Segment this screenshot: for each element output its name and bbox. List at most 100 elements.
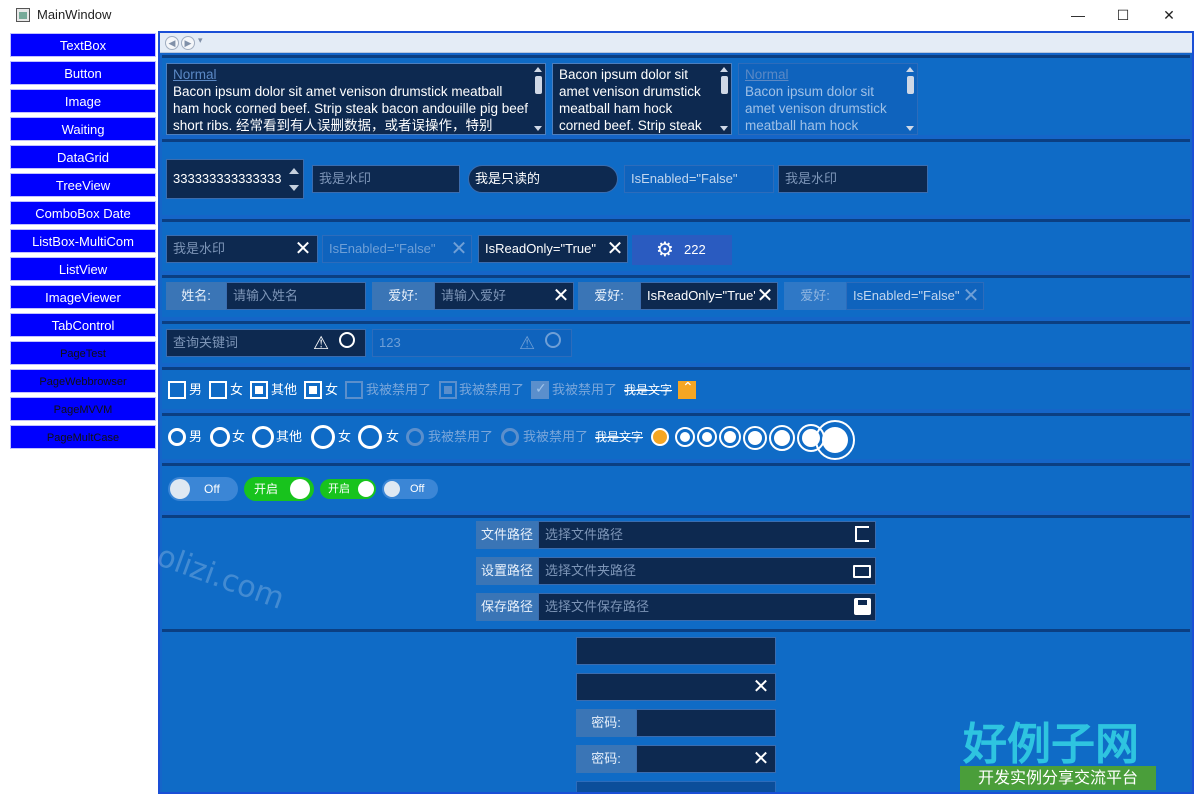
file-open-icon[interactable]: [855, 526, 869, 542]
radio-label: 我是文字: [595, 430, 644, 444]
content-frame: ◀ ▶ ▾ Normal Bacon ipsum dolor sit amet …: [158, 31, 1194, 794]
password-input[interactable]: [636, 709, 776, 737]
nav-pagetest-button[interactable]: PageTest: [10, 341, 156, 365]
folder-path-input[interactable]: 选择文件夹路径: [538, 557, 876, 585]
scrollbar: [906, 67, 915, 131]
watermark-input[interactable]: 我是水印: [312, 165, 460, 193]
nav-button-button[interactable]: Button: [10, 61, 156, 85]
save-icon[interactable]: [854, 598, 871, 615]
checkbox-row-section: 男 女 其他 女 我被禁用了 我被禁用了 ✓ 我被禁用了 我是文字 ⌃: [162, 367, 1190, 409]
toggle-on-small[interactable]: 开启: [320, 479, 376, 499]
nav-imageviewer-button[interactable]: ImageViewer: [10, 285, 156, 309]
password-input-3[interactable]: [576, 781, 776, 792]
hobby-input[interactable]: 请输入爱好 ✕: [434, 282, 574, 310]
textarea-text: Bacon ipsum dolor sit amet venison drums…: [173, 84, 528, 133]
clear-icon[interactable]: ✕: [755, 286, 775, 306]
radio-size-2[interactable]: [697, 427, 717, 447]
toggle-label: 开启: [254, 482, 279, 496]
disabled-input: IsEnabled="False": [624, 165, 774, 193]
maximize-button[interactable]: ☐: [1100, 0, 1146, 30]
nav-image-button[interactable]: Image: [10, 89, 156, 113]
checkbox-label: 我被禁用了: [552, 382, 618, 397]
nav-combobox-date-button[interactable]: ComboBox Date: [10, 201, 156, 225]
nav-datagrid-button[interactable]: DataGrid: [10, 145, 156, 169]
hobby3-label: 爱好:: [784, 282, 846, 310]
clearable-input[interactable]: ✕: [576, 673, 776, 701]
textarea-normal[interactable]: Normal Bacon ipsum dolor sit amet veniso…: [166, 63, 546, 135]
nav-textbox-button[interactable]: TextBox: [10, 33, 156, 57]
clear-icon[interactable]: ✕: [293, 239, 313, 259]
textarea-plain[interactable]: Bacon ipsum dolor sit amet venison drums…: [552, 63, 732, 135]
save-path-input[interactable]: 选择文件保存路径: [538, 593, 876, 621]
clear-icon[interactable]: ✕: [751, 749, 771, 769]
hobby-label: 爱好:: [372, 282, 434, 310]
checkbox-male[interactable]: [168, 381, 186, 399]
toggle-label: Off: [204, 482, 220, 496]
radio-size-7[interactable]: [815, 420, 855, 460]
labeled-input-row-section: 姓名: 请输入姓名 爱好: 请输入爱好 ✕ 爱好: IsReadOnly="Tr…: [162, 275, 1190, 317]
search-icon[interactable]: [339, 332, 355, 348]
nav-listview-button[interactable]: ListView: [10, 257, 156, 281]
clearable-watermark-input[interactable]: 我是水印 ✕: [166, 235, 318, 263]
radio-size-1[interactable]: [675, 427, 695, 447]
nav-treeview-button[interactable]: TreeView: [10, 173, 156, 197]
toggle-off-small[interactable]: Off: [382, 479, 438, 499]
placeholder-text: 请输入爱好: [441, 288, 507, 303]
history-dropdown-icon[interactable]: ▾: [198, 35, 203, 46]
increment-icon[interactable]: [289, 168, 299, 174]
radio-size-5[interactable]: [769, 425, 795, 451]
nav-pagemvvm-button[interactable]: PageMVVM: [10, 397, 156, 421]
nav-listbox-multicom-button[interactable]: ListBox-MultiCom: [10, 229, 156, 253]
clear-icon[interactable]: ✕: [751, 677, 771, 697]
folder-icon[interactable]: [853, 565, 871, 578]
nav-pagewebbrowser-button[interactable]: PageWebbrowser: [10, 369, 156, 393]
search-input[interactable]: 查询关键词 ⚠: [166, 329, 366, 357]
hobby-readonly-input[interactable]: IsReadOnly="True" ✕: [640, 282, 778, 310]
password-input-clearable[interactable]: ✕: [636, 745, 776, 773]
checkbox-checked-orange[interactable]: ⌃: [678, 379, 696, 399]
toggle-on-large[interactable]: 开启: [244, 477, 314, 501]
radio-female-3[interactable]: [358, 425, 382, 449]
radio-female[interactable]: [210, 427, 230, 447]
scrollbar[interactable]: [720, 67, 729, 131]
scrollbar[interactable]: [534, 67, 543, 131]
radio-male[interactable]: [168, 428, 186, 446]
textbox-row-section: 333333333333333 我是水印 我是只读的 IsEnabled="Fa…: [162, 139, 1190, 215]
numeric-value: 333333333333333: [173, 171, 282, 186]
nav-tabcontrol-button[interactable]: TabControl: [10, 313, 156, 337]
checkbox-female-2[interactable]: [304, 381, 322, 399]
clear-icon[interactable]: ✕: [605, 239, 625, 259]
textarea-label: Normal: [745, 67, 789, 82]
minimize-button[interactable]: —: [1055, 0, 1101, 30]
radio-size-3[interactable]: [719, 426, 741, 448]
plain-input[interactable]: [576, 637, 776, 665]
checkbox-other[interactable]: [250, 381, 268, 399]
placeholder-text: 我是水印: [173, 241, 226, 256]
hobby2-label: 爱好:: [578, 282, 640, 310]
forward-icon[interactable]: ▶: [181, 36, 195, 50]
back-icon[interactable]: ◀: [165, 36, 179, 50]
watermark-input-2[interactable]: 我是水印: [778, 165, 928, 193]
gear-button[interactable]: ⚙ 222: [632, 235, 732, 265]
toggle-off-large[interactable]: Off: [168, 477, 238, 501]
radio-other[interactable]: [252, 426, 274, 448]
readonly-rounded-input[interactable]: 我是只读的: [468, 165, 618, 193]
warning-icon: ⚠: [519, 333, 536, 353]
nav-pagemultcase-button[interactable]: PageMultCase: [10, 425, 156, 449]
radio-female-2[interactable]: [311, 425, 335, 449]
close-button[interactable]: ✕: [1146, 0, 1192, 30]
name-input[interactable]: 请输入姓名: [226, 282, 366, 310]
toggle-row-section: Off 开启 开启 Off: [162, 463, 1190, 511]
numeric-updown-input[interactable]: 333333333333333: [166, 159, 304, 199]
decrement-icon[interactable]: [289, 185, 299, 191]
file-path-label: 文件路径: [476, 521, 538, 549]
clear-icon[interactable]: ✕: [551, 286, 571, 306]
radio-selected-orange[interactable]: [651, 428, 669, 446]
radio-size-4[interactable]: [743, 426, 767, 450]
checkbox-female[interactable]: [209, 381, 227, 399]
toggle-label: Off: [410, 483, 425, 495]
radio-label: 我被禁用了: [428, 429, 494, 444]
clearable-readonly-input[interactable]: IsReadOnly="True" ✕: [478, 235, 628, 263]
file-path-input[interactable]: 选择文件路径: [538, 521, 876, 549]
nav-waiting-button[interactable]: Waiting: [10, 117, 156, 141]
